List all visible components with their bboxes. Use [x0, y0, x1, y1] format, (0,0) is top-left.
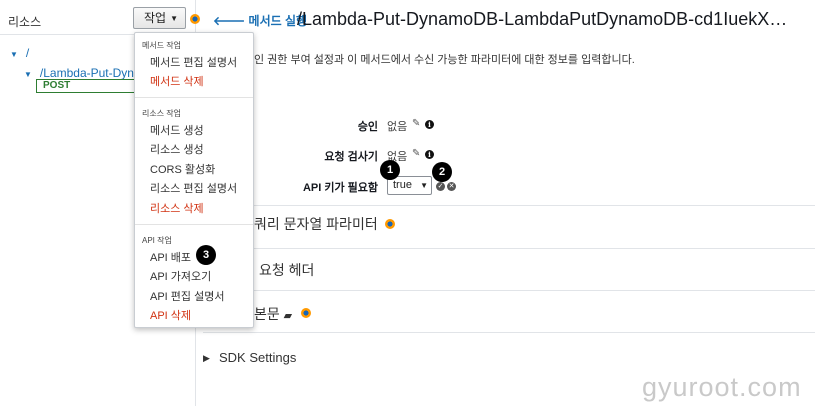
menu-item-edit-resource-doc[interactable]: 리소스 편집 설명서 — [150, 180, 237, 196]
menu-header-resource: 리소스 작업 — [142, 109, 182, 118]
menu-divider — [135, 224, 253, 225]
auth-label: 승인 — [357, 121, 378, 133]
menu-item-edit-api-doc[interactable]: API 편집 설명서 — [150, 288, 224, 304]
menu-item-edit-method-doc[interactable]: 메서드 편집 설명서 — [150, 54, 237, 70]
annotation-badge-2: 2 — [432, 162, 452, 182]
menu-header-api: API 작업 — [142, 236, 172, 245]
query-string-params-section[interactable]: 쿼리 문자열 파라미터 — [254, 214, 378, 234]
annotation-badge-1: 1 — [380, 160, 400, 180]
menu-item-deploy-api[interactable]: API 배포 — [150, 249, 191, 265]
menu-header-method: 메서드 작업 — [142, 41, 182, 50]
pencil-icon[interactable]: ✎ — [412, 148, 420, 159]
section-divider — [203, 248, 815, 249]
menu-item-enable-cors[interactable]: CORS 활성화 — [150, 161, 215, 177]
request-validator-label: 요청 검사기 — [324, 151, 378, 163]
method-post-item[interactable]: POST — [36, 79, 146, 93]
actions-label: 작업 — [144, 11, 167, 25]
tree-child-label: /Lambda-Put-Dyna — [39, 66, 141, 80]
section-divider — [203, 332, 815, 333]
watermark: gyuroot.com — [642, 372, 802, 402]
request-body-section[interactable]: 본문 ▰ — [254, 304, 292, 324]
actions-menu: 메서드 작업 메서드 편집 설명서 메서드 삭제 리소스 작업 메서드 생성 리… — [134, 32, 254, 328]
book-icon: ▰ — [283, 310, 293, 322]
menu-item-create-method[interactable]: 메서드 생성 — [150, 122, 204, 138]
info-icon[interactable]: i — [425, 120, 434, 129]
pencil-icon[interactable]: ✎ — [412, 118, 420, 129]
tree-item-lambda[interactable]: ▼ /Lambda-Put-Dyna — [24, 66, 141, 80]
menu-item-delete-api[interactable]: API 삭제 — [150, 307, 191, 323]
tree-item-root[interactable]: ▼ / — [10, 46, 29, 60]
chevron-down-icon: ▼ — [420, 181, 428, 190]
back-to-method-execution-link[interactable]: 🡐 메서드 실행 — [213, 12, 307, 29]
select-value: true — [393, 179, 412, 191]
section-divider — [203, 290, 815, 291]
tree-root-label: / — [25, 46, 30, 60]
section-title-body: 본문 — [254, 306, 280, 322]
expand-triangle-icon: ▼ — [10, 50, 18, 59]
cancel-x-icon[interactable]: ✕ — [447, 182, 456, 191]
menu-divider — [135, 97, 253, 98]
section-title-headers: 요청 헤더 — [259, 262, 315, 278]
annotation-badge-3: 3 — [196, 245, 216, 265]
sdk-settings-section[interactable]: SDK Settings — [219, 350, 296, 365]
api-key-required-label: API 키가 필요함 — [302, 182, 378, 194]
auth-value: 없음 — [387, 121, 408, 133]
expand-triangle-icon[interactable]: ▶ — [203, 353, 210, 364]
gear-icon — [385, 219, 395, 229]
gear-icon — [301, 308, 311, 318]
expand-triangle-icon: ▼ — [24, 70, 32, 79]
section-title-sdk: SDK Settings — [219, 350, 297, 365]
menu-item-create-resource[interactable]: 리소스 생성 — [150, 141, 204, 157]
resources-title: 리소스 — [8, 15, 42, 29]
caret-down-icon: ▼ — [170, 14, 179, 23]
gear-icon — [190, 14, 200, 24]
confirm-check-icon[interactable]: ✓ — [436, 182, 445, 191]
menu-item-import-api[interactable]: API 가져오기 — [150, 268, 211, 284]
settings-description: 인 권한 부여 설정과 이 메서드에서 수신 가능한 파라미터에 대한 정보를 … — [254, 54, 635, 66]
info-icon[interactable]: i — [425, 150, 434, 159]
arrow-left-icon: 🡐 — [213, 14, 246, 28]
section-divider — [203, 205, 815, 206]
menu-item-delete-resource[interactable]: 리소스 삭제 — [150, 200, 204, 216]
request-headers-section[interactable]: 요청 헤더 — [259, 260, 314, 280]
page-title: /Lambda-Put-DynamoDB-LambdaPutDynamoDB-c… — [297, 9, 788, 29]
section-title-query: 쿼리 문자열 파라미터 — [254, 216, 378, 232]
actions-button[interactable]: 작업 ▼ — [133, 7, 186, 29]
menu-item-delete-method[interactable]: 메서드 삭제 — [150, 73, 204, 89]
